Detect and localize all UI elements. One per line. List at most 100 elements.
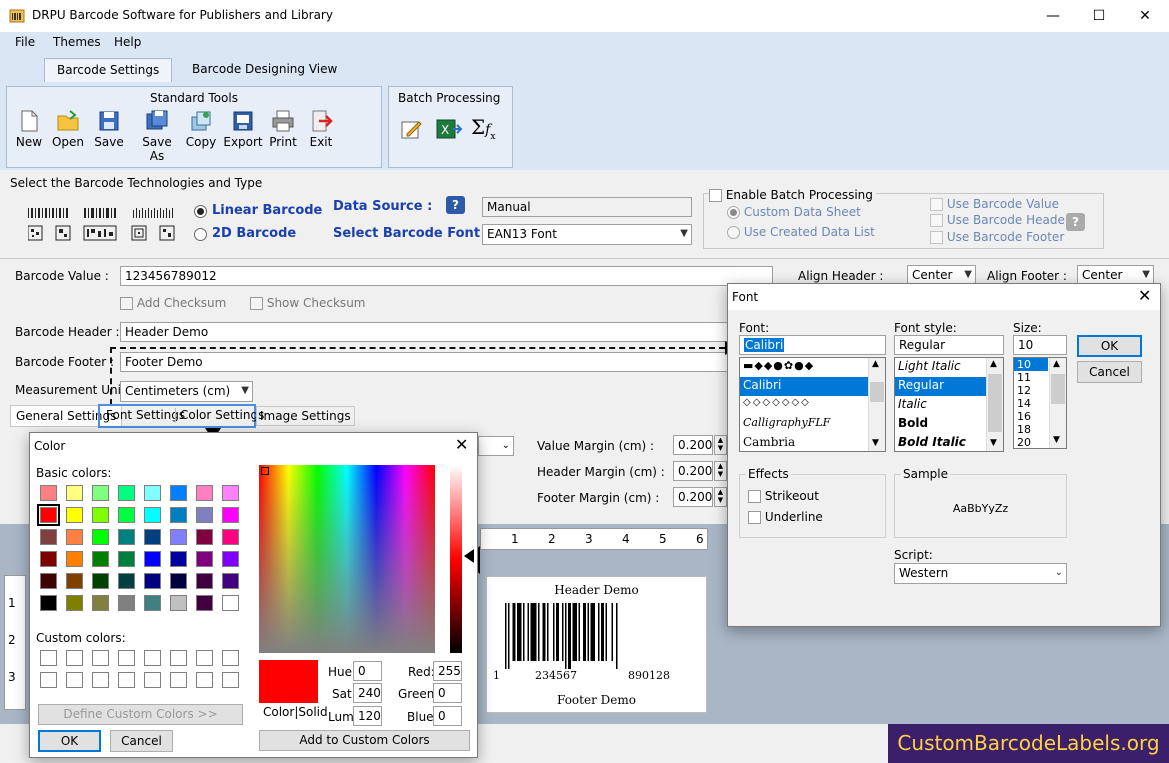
luminance-marker-icon[interactable] — [464, 549, 474, 563]
print-button[interactable]: Print — [263, 109, 303, 149]
basic-color-swatch[interactable] — [66, 551, 83, 567]
basic-color-swatch[interactable] — [118, 573, 135, 589]
basic-color-swatch[interactable] — [40, 551, 57, 567]
font-list-item[interactable]: ▬◆◆●✿●◆ — [740, 358, 885, 377]
custom-color-swatch[interactable] — [144, 672, 161, 688]
minimize-button[interactable]: — — [1030, 0, 1076, 32]
strikeout-checkbox[interactable] — [748, 490, 761, 503]
font-cancel-button[interactable]: Cancel — [1077, 361, 1142, 383]
show-checksum-option[interactable]: Show Checksum — [250, 296, 365, 310]
excel-import-icon[interactable]: X — [435, 117, 463, 144]
basic-color-swatch[interactable] — [66, 507, 83, 523]
footer-margin-spinner[interactable]: ▲ ▼ — [714, 487, 727, 507]
basic-color-swatch[interactable] — [92, 551, 109, 567]
font-dialog-close-icon[interactable]: ✕ — [1138, 286, 1151, 305]
basic-color-swatch[interactable] — [118, 507, 135, 523]
script-select[interactable]: Western ⌄ — [894, 563, 1067, 584]
custom-color-swatch[interactable] — [170, 650, 187, 666]
lum-input[interactable]: 120 — [353, 706, 382, 726]
basic-color-swatch[interactable] — [40, 529, 57, 545]
font-list-item-selected[interactable]: Calibri — [740, 377, 868, 396]
use-barcode-header-option[interactable]: Use Barcode Header — [930, 213, 1070, 227]
barcode-font-select[interactable]: EAN13 Font ▼ — [482, 224, 692, 245]
tab-barcode-settings[interactable]: Barcode Settings — [44, 58, 173, 82]
footer-margin-input[interactable]: 0.200 — [673, 487, 713, 507]
basic-color-swatch[interactable] — [66, 595, 83, 611]
exit-button[interactable]: Exit — [301, 109, 341, 149]
custom-color-swatch[interactable] — [40, 650, 57, 666]
value-margin-input[interactable]: 0.200 — [673, 435, 713, 455]
new-button[interactable]: New — [9, 109, 49, 149]
font-list-item[interactable]: Cambria — [740, 434, 885, 451]
define-custom-colors-button[interactable]: Define Custom Colors >> — [38, 704, 243, 725]
basic-color-swatch[interactable] — [92, 573, 109, 589]
batch-help-icon[interactable]: ? — [1066, 213, 1085, 231]
font-list-scrollbar[interactable]: ▲ ▼ — [868, 358, 885, 451]
font-name-input[interactable]: Calibri — [739, 335, 886, 355]
basic-color-swatch[interactable] — [196, 529, 213, 545]
use-barcode-value-option[interactable]: Use Barcode Value — [930, 197, 1059, 211]
basic-color-swatch[interactable] — [196, 551, 213, 567]
green-input[interactable]: 0 — [433, 683, 462, 703]
basic-color-swatch[interactable] — [40, 485, 57, 501]
header-margin-spinner[interactable]: ▲ ▼ — [714, 461, 727, 481]
tab-color-settings[interactable]: Color Settings — [175, 408, 268, 422]
font-style-scrollbar[interactable]: ▲ ▼ — [986, 358, 1003, 451]
basic-color-swatch[interactable] — [40, 573, 57, 589]
custom-color-swatch[interactable] — [92, 672, 109, 688]
barcode-footer-input[interactable]: Footer Demo — [120, 352, 730, 372]
basic-color-swatch[interactable] — [222, 529, 239, 545]
basic-color-swatch[interactable] — [118, 485, 135, 501]
custom-color-swatch[interactable] — [118, 650, 135, 666]
basic-color-swatch[interactable] — [170, 573, 187, 589]
help-icon[interactable]: ? — [446, 196, 465, 214]
basic-color-swatch[interactable] — [66, 485, 83, 501]
basic-color-swatch[interactable] — [144, 573, 161, 589]
use-barcode-footer-option[interactable]: Use Barcode Footer — [930, 230, 1064, 244]
add-checksum-option[interactable]: Add Checksum — [120, 296, 226, 310]
linear-barcode-type-icons[interactable] — [27, 206, 178, 245]
basic-color-swatch[interactable] — [92, 507, 109, 523]
save-as-button[interactable]: Save As — [135, 109, 179, 163]
font-list-item[interactable]: ◇◇◇◇◇◇◇ — [740, 396, 885, 415]
basic-color-swatch[interactable] — [196, 573, 213, 589]
basic-color-swatch[interactable] — [92, 485, 109, 501]
export-button[interactable]: Export — [223, 109, 263, 149]
enable-batch-processing[interactable]: Enable Batch Processing — [709, 188, 876, 202]
custom-color-swatch[interactable] — [66, 672, 83, 688]
ok-button[interactable]: OK — [38, 730, 101, 752]
edit-icon[interactable] — [399, 117, 423, 144]
2d-barcode-radio[interactable] — [194, 227, 207, 241]
color-spectrum[interactable] — [259, 465, 435, 653]
add-to-custom-colors-button[interactable]: Add to Custom Colors — [259, 730, 470, 751]
basic-color-swatch[interactable] — [118, 595, 135, 611]
basic-color-swatch[interactable] — [144, 529, 161, 545]
custom-color-swatch[interactable] — [222, 650, 239, 666]
formula-icon[interactable]: Σfx — [471, 115, 495, 142]
strikeout-option[interactable]: Strikeout — [748, 489, 819, 503]
value-margin-spinner[interactable]: ▲ ▼ — [714, 435, 727, 455]
font-size-item-selected[interactable]: 10 — [1014, 358, 1048, 371]
custom-color-swatch[interactable] — [196, 672, 213, 688]
basic-color-swatch[interactable] — [92, 595, 109, 611]
blue-input[interactable]: 0 — [433, 706, 462, 726]
basic-color-swatch[interactable] — [144, 595, 161, 611]
underline-checkbox[interactable] — [748, 511, 761, 524]
barcode-value-input[interactable]: 123456789012 — [120, 266, 773, 286]
basic-color-swatch[interactable] — [222, 551, 239, 567]
header-margin-input[interactable]: 0.200 — [673, 461, 713, 481]
font-list-item[interactable]: CalligraphyFLF — [740, 415, 885, 434]
basic-color-swatch[interactable] — [144, 507, 161, 523]
enable-batch-checkbox[interactable] — [709, 189, 722, 202]
font-size-input[interactable]: 10 — [1013, 335, 1067, 355]
luminance-slider[interactable] — [450, 465, 462, 653]
basic-color-swatch[interactable] — [40, 595, 57, 611]
font-ok-button[interactable]: OK — [1077, 335, 1142, 357]
maximize-button[interactable]: ☐ — [1076, 0, 1122, 32]
tab-image-settings[interactable]: Image Settings — [256, 406, 355, 426]
font-style-input[interactable]: Regular — [894, 335, 1004, 355]
basic-color-swatch[interactable] — [144, 551, 161, 567]
font-style-item-selected[interactable]: Regular — [895, 377, 986, 396]
red-input[interactable]: 255 — [433, 661, 462, 681]
cancel-button[interactable]: Cancel — [110, 730, 173, 752]
